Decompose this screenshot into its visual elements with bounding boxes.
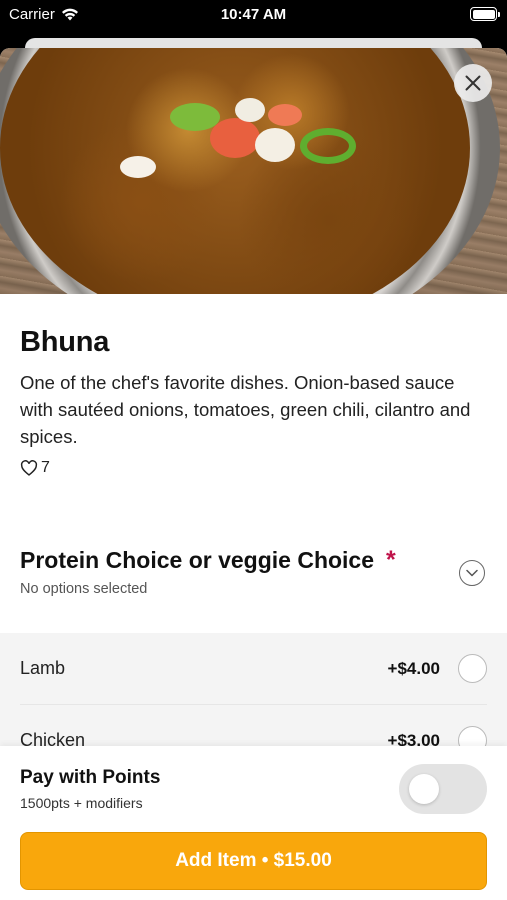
- points-subtitle: 1500pts + modifiers: [20, 795, 143, 811]
- option-group-title-row: Protein Choice or veggie Choice *: [20, 547, 396, 574]
- option-row-lamb[interactable]: Lamb +$4.00: [20, 633, 487, 705]
- item-title: Bhuna: [20, 326, 110, 358]
- option-group-subtitle: No options selected: [20, 581, 148, 597]
- protein-option-group: Protein Choice or veggie Choice * No opt…: [0, 477, 507, 597]
- battery-icon: [470, 7, 500, 21]
- status-bar: Carrier 10:47 AM: [0, 0, 507, 30]
- dish-photo: [0, 48, 507, 294]
- heart-icon: [20, 460, 38, 476]
- option-group-title: Protein Choice or veggie Choice: [20, 547, 375, 573]
- close-button[interactable]: [454, 64, 492, 102]
- option-label: Lamb: [20, 658, 66, 678]
- item-detail-sheet: Bhuna One of the chef's favorite dishes.…: [0, 48, 507, 900]
- close-icon: [465, 75, 481, 91]
- checkout-footer: Pay with Points 1500pts + modifiers Add …: [0, 746, 507, 900]
- option-radio[interactable]: [458, 654, 487, 683]
- toggle-knob: [409, 774, 439, 804]
- collapse-button[interactable]: [459, 560, 485, 586]
- clock: 10:47 AM: [220, 6, 287, 23]
- item-info: Bhuna One of the chef's favorite dishes.…: [0, 294, 507, 477]
- chevron-down-icon: [466, 569, 478, 577]
- item-description: One of the chef's favorite dishes. Onion…: [20, 372, 471, 447]
- option-group-header[interactable]: Protein Choice or veggie Choice * No opt…: [20, 547, 487, 597]
- likes-count: 7: [41, 459, 50, 476]
- points-title: Pay with Points: [20, 767, 161, 788]
- add-item-button[interactable]: Add Item • $15.00: [20, 832, 487, 890]
- likes[interactable]: 7: [20, 459, 487, 477]
- points-toggle[interactable]: [399, 764, 487, 814]
- pay-with-points-row: Pay with Points 1500pts + modifiers: [20, 764, 487, 814]
- option-price: +$4.00: [387, 658, 440, 678]
- required-asterisk: *: [386, 546, 396, 574]
